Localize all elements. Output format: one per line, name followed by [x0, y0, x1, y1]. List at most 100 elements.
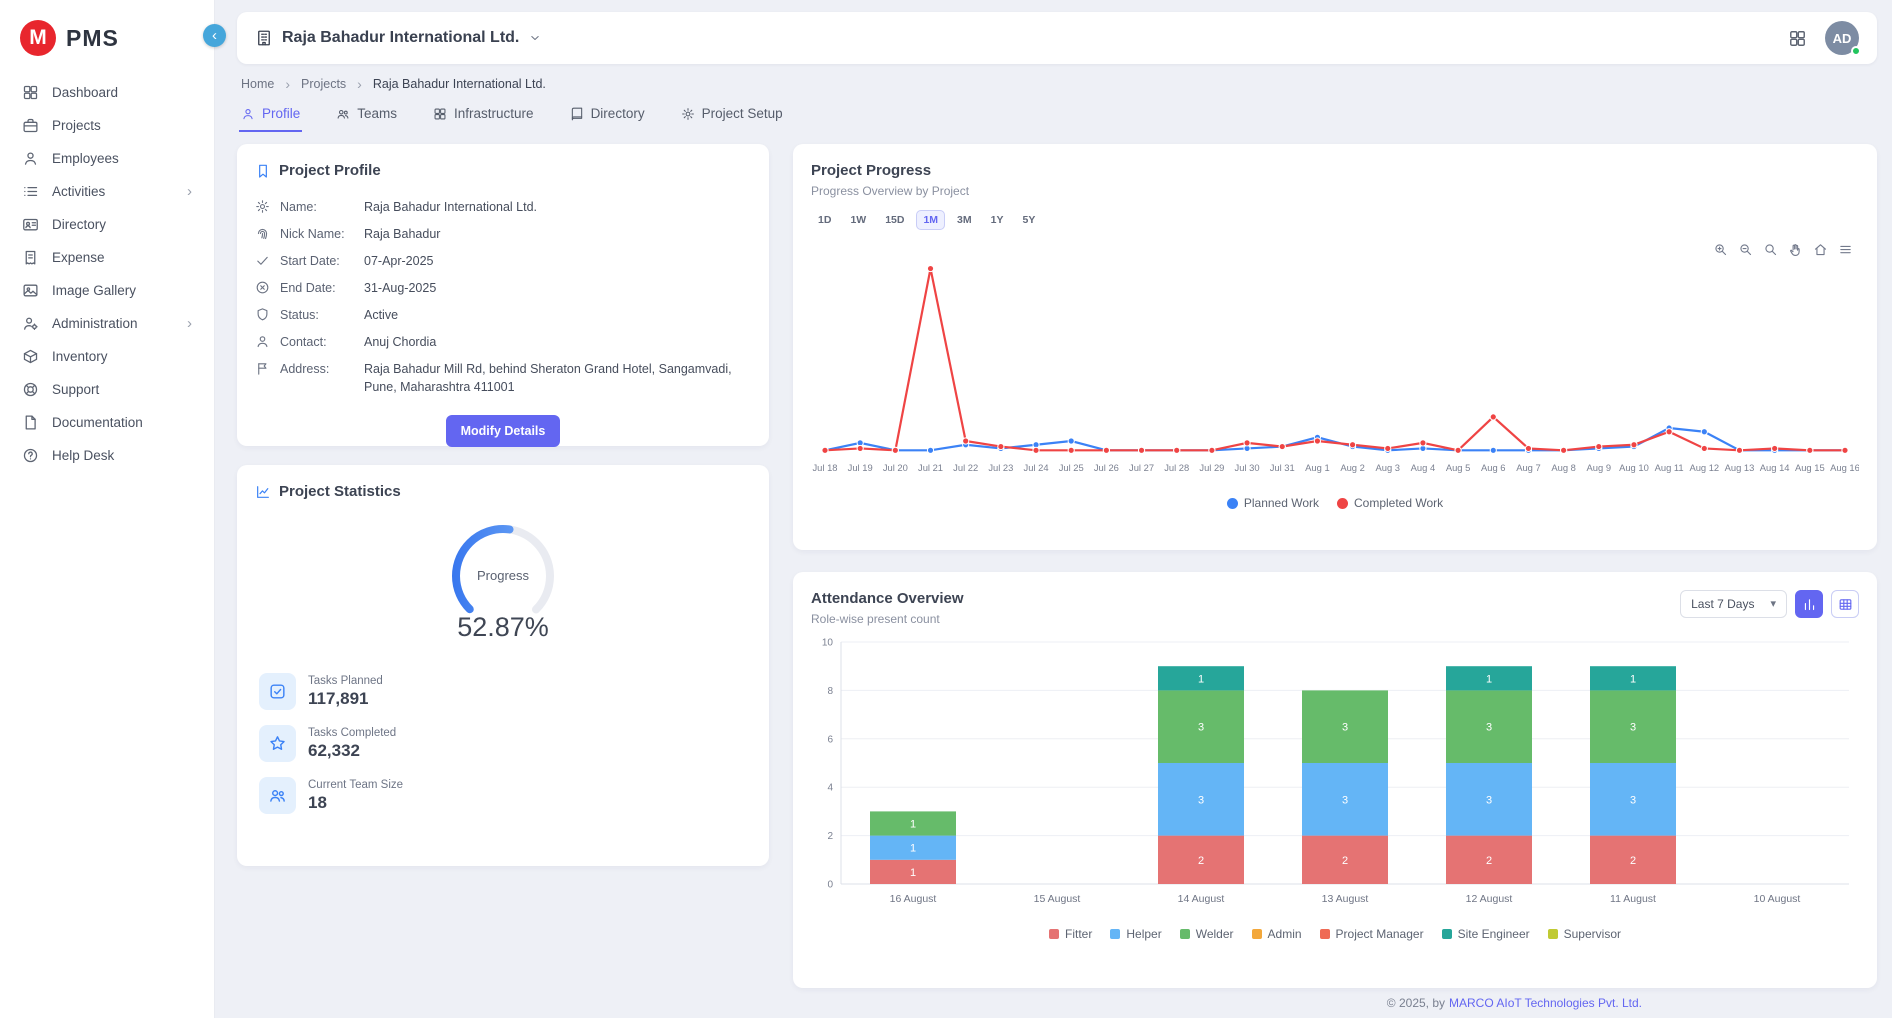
breadcrumb-projects[interactable]: Projects [301, 77, 346, 91]
sidebar-item-inventory[interactable]: Inventory [0, 340, 214, 373]
sidebar-item-expense[interactable]: Expense [0, 241, 214, 274]
bar-value-label: 1 [910, 867, 916, 879]
legend-item-completed-work[interactable]: Completed Work [1337, 496, 1443, 510]
tab-infrastructure[interactable]: Infrastructure [431, 97, 536, 132]
legend-swatch [1442, 929, 1452, 939]
data-point [822, 447, 828, 453]
sidebar-item-support[interactable]: Support [0, 373, 214, 406]
data-point [1138, 447, 1144, 453]
sidebar-item-administration[interactable]: Administration › [0, 307, 214, 340]
zoom-in-icon[interactable] [1713, 242, 1728, 257]
apps-grid-icon[interactable] [1788, 29, 1807, 48]
range-1w[interactable]: 1W [843, 210, 873, 230]
legend-item-admin[interactable]: Admin [1252, 927, 1302, 941]
stat-current-team-size: Current Team Size 18 [259, 777, 751, 814]
legend-item-planned-work[interactable]: Planned Work [1227, 496, 1319, 510]
pan-hand-icon[interactable] [1788, 242, 1803, 257]
menu-icon[interactable] [1838, 242, 1853, 257]
legend-item-helper[interactable]: Helper [1110, 927, 1161, 941]
range-1d[interactable]: 1D [811, 210, 838, 230]
x-tick-label: Aug 15 [1795, 462, 1825, 473]
data-point [1033, 447, 1039, 453]
x-category-label: 13 August [1322, 893, 1369, 905]
x-category-label: 12 August [1466, 893, 1513, 905]
x-tick-label: Aug 1 [1305, 462, 1330, 473]
x-category-label: 16 August [890, 893, 937, 905]
x-tick-label: Jul 24 [1024, 462, 1049, 473]
data-point [1490, 447, 1496, 453]
sidebar-item-projects[interactable]: Projects [0, 109, 214, 142]
card-title: Attendance Overview [811, 590, 964, 607]
x-tick-label: Jul 20 [883, 462, 908, 473]
tab-project-setup[interactable]: Project Setup [679, 97, 785, 132]
legend-item-supervisor[interactable]: Supervisor [1548, 927, 1621, 941]
x-tick-label: Aug 12 [1689, 462, 1719, 473]
x-category-label: 15 August [1034, 893, 1081, 905]
sidebar-item-employees[interactable]: Employees [0, 142, 214, 175]
breadcrumb-home[interactable]: Home [241, 77, 274, 91]
range-5y[interactable]: 5Y [1015, 210, 1042, 230]
sidebar-item-directory[interactable]: Directory [0, 208, 214, 241]
data-point [1525, 445, 1531, 451]
legend-item-project-manager[interactable]: Project Manager [1320, 927, 1424, 941]
sidebar-item-label: Support [52, 382, 99, 397]
sidebar-item-image-gallery[interactable]: Image Gallery [0, 274, 214, 307]
data-point [857, 445, 863, 451]
bar-chart-view-button[interactable] [1795, 590, 1823, 618]
check-square-icon [259, 673, 296, 710]
chevron-down-icon [528, 31, 542, 45]
sidebar-collapse-button[interactable]: ‹ [203, 24, 226, 47]
range-3m[interactable]: 3M [950, 210, 979, 230]
range-15d[interactable]: 15D [878, 210, 911, 230]
id-card-icon [22, 216, 39, 233]
avatar[interactable]: AD [1825, 21, 1859, 55]
bar-value-label: 3 [1198, 722, 1204, 734]
progress-gauge: Progress 52.87% [255, 512, 751, 643]
range-1m[interactable]: 1M [916, 210, 945, 230]
date-range-select[interactable]: Last 7 Days ▾ [1680, 590, 1787, 618]
chevron-right-icon: › [187, 316, 192, 331]
x-category-label: 14 August [1178, 893, 1225, 905]
legend-swatch [1320, 929, 1330, 939]
tab-profile[interactable]: Profile [239, 97, 302, 132]
tab-bar: Profile Teams Infrastructure Directory P… [239, 97, 1875, 132]
table-view-button[interactable] [1831, 590, 1859, 618]
x-tick-label: Aug 3 [1376, 462, 1401, 473]
company-selector[interactable]: Raja Bahadur International Ltd. [255, 29, 542, 47]
team-icon [259, 777, 296, 814]
bar-value-label: 1 [1198, 673, 1204, 685]
home-reset-icon[interactable] [1813, 242, 1828, 257]
project-statistics-card: Project Statistics Progress 52.87% [237, 465, 769, 866]
legend-swatch [1252, 929, 1262, 939]
bar-value-label: 2 [1486, 855, 1492, 867]
attendance-overview-card: Attendance Overview Role-wise present co… [793, 572, 1877, 988]
tab-teams[interactable]: Teams [334, 97, 399, 132]
logo-text: PMS [66, 25, 119, 52]
star-icon [259, 725, 296, 762]
tab-directory[interactable]: Directory [568, 97, 647, 132]
tab-label: Teams [357, 106, 397, 121]
legend-item-fitter[interactable]: Fitter [1049, 927, 1092, 941]
sidebar-item-help-desk[interactable]: Help Desk [0, 439, 214, 472]
gauge-value: 52.87% [457, 612, 549, 643]
sidebar-item-documentation[interactable]: Documentation [0, 406, 214, 439]
sidebar-item-dashboard[interactable]: Dashboard [0, 76, 214, 109]
image-icon [22, 282, 39, 299]
range-1y[interactable]: 1Y [984, 210, 1011, 230]
footer-link[interactable]: MARCO AIoT Technologies Pvt. Ltd. [1449, 996, 1642, 1010]
chart-toolbar [1713, 242, 1853, 257]
legend-item-welder[interactable]: Welder [1180, 927, 1234, 941]
progress-line-chart: Jul 18Jul 19Jul 20Jul 21Jul 22Jul 23Jul … [811, 236, 1859, 488]
legend-item-site-engineer[interactable]: Site Engineer [1442, 927, 1530, 941]
selection-zoom-icon[interactable] [1763, 242, 1778, 257]
x-tick-label: Aug 2 [1340, 462, 1365, 473]
card-subtitle: Role-wise present count [811, 612, 964, 626]
app-logo[interactable]: M PMS [0, 12, 214, 76]
x-tick-label: Jul 29 [1199, 462, 1224, 473]
legend-label: Site Engineer [1458, 927, 1530, 941]
modify-details-button[interactable]: Modify Details [446, 415, 561, 447]
legend-swatch [1227, 498, 1238, 509]
sidebar-item-activities[interactable]: Activities › [0, 175, 214, 208]
zoom-out-icon[interactable] [1738, 242, 1753, 257]
data-point [1842, 447, 1848, 453]
